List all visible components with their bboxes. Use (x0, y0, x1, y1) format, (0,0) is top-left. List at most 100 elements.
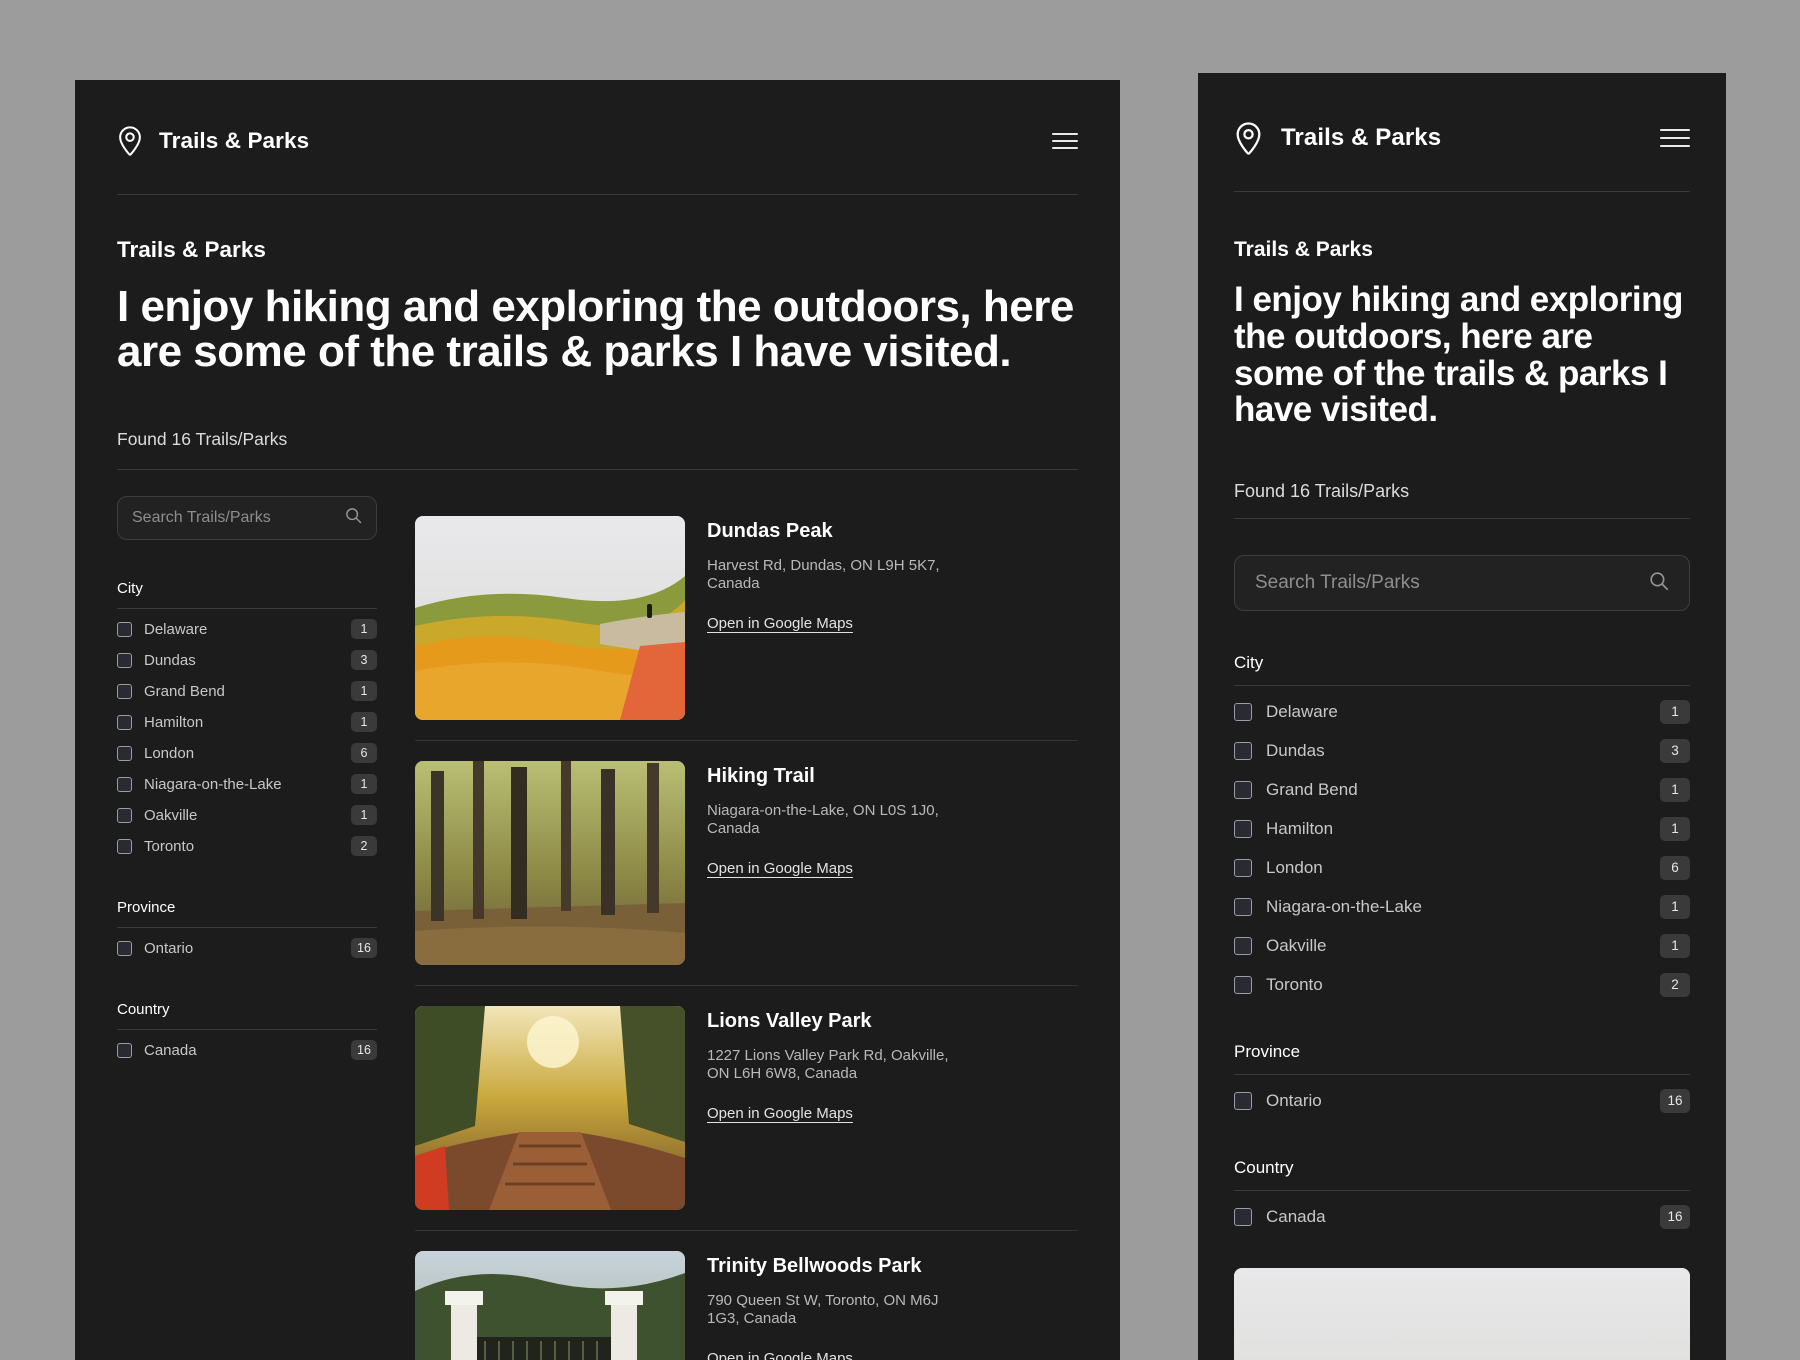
facet-option-canada[interactable]: Canada16 (117, 1038, 377, 1063)
result-thumbnail[interactable] (415, 1251, 685, 1360)
open-in-google-maps-link[interactable]: Open in Google Maps (707, 1105, 853, 1122)
mobile-first-result-image[interactable] (1234, 1268, 1690, 1360)
page-title: I enjoy hiking and exploring the outdoor… (1234, 282, 1690, 429)
search-field[interactable]: Search Trails/Parks (117, 496, 377, 540)
autumn-hillside-photo (415, 516, 685, 720)
facet-option-ontario[interactable]: Ontario16 (1234, 1085, 1690, 1116)
result-thumbnail[interactable] (415, 1006, 685, 1210)
facet-group-divider (1234, 1074, 1690, 1075)
facet-option-label: Toronto (144, 838, 339, 855)
facet-option-label: Oakville (144, 807, 339, 824)
facet-option-dundas[interactable]: Dundas3 (1234, 735, 1690, 766)
facet-option-label: Oakville (1266, 936, 1646, 956)
desktop-header-block: Trails & Parks I enjoy hiking and explor… (75, 237, 1120, 450)
mobile-header-block: Trails & Parks I enjoy hiking and explor… (1198, 238, 1726, 502)
checkbox-icon[interactable] (1234, 703, 1252, 721)
hamburger-menu-icon[interactable] (1052, 133, 1078, 149)
facet-option-label: Grand Bend (1266, 780, 1646, 800)
facet-option-label: Ontario (144, 940, 339, 957)
facet-option-label: Toronto (1266, 975, 1646, 995)
checkbox-icon[interactable] (1234, 1092, 1252, 1110)
facet-option-count: 1 (1660, 895, 1690, 919)
checkbox-icon[interactable] (117, 715, 132, 730)
facet-option-list: Canada16 (117, 1038, 377, 1063)
facet-option-london[interactable]: London 6 (117, 741, 377, 766)
checkbox-icon[interactable] (117, 622, 132, 637)
facet-option-oakville[interactable]: Oakville1 (117, 803, 377, 828)
checkbox-icon[interactable] (117, 777, 132, 792)
open-in-google-maps-link[interactable]: Open in Google Maps (707, 860, 853, 877)
facet-option-label: Hamilton (1266, 819, 1646, 839)
facet-option-hamilton[interactable]: Hamilton1 (117, 710, 377, 735)
facet-option-ontario[interactable]: Ontario 16 (117, 936, 377, 961)
search-field[interactable]: Search Trails/Parks (1234, 555, 1690, 611)
desktop-topbar: Trails & Parks (75, 80, 1120, 172)
result-address: 1227 Lions Valley Park Rd, Oakville, ON … (707, 1047, 972, 1084)
result-card[interactable]: Lions Valley Park1227 Lions Valley Park … (415, 985, 1078, 1230)
facet-option-count: 3 (351, 650, 377, 670)
facet-option-delaware[interactable]: Delaware1 (117, 617, 377, 642)
checkbox-icon[interactable] (117, 941, 132, 956)
facet-option-hamilton[interactable]: Hamilton1 (1234, 813, 1690, 844)
header-divider (1234, 191, 1690, 192)
checkbox-icon[interactable] (1234, 742, 1252, 760)
checkbox-icon[interactable] (1234, 976, 1252, 994)
brand[interactable]: Trails & Parks (117, 126, 309, 156)
facet-option-count: 16 (351, 938, 377, 958)
facet-option-niagara-on-the-lake[interactable]: Niagara-on-the-Lake1 (1234, 891, 1690, 922)
facet-option-delaware[interactable]: Delaware1 (1234, 696, 1690, 727)
autumn-hillside-photo (1234, 1268, 1690, 1360)
open-in-google-maps-link[interactable]: Open in Google Maps (707, 1350, 853, 1360)
facet-groups: CityDelaware1Dundas3Grand Bend1Hamilton1… (1234, 653, 1690, 1232)
result-card[interactable]: Hiking TrailNiagara-on-the-Lake, ON L0S … (415, 740, 1078, 985)
facet-option-count: 6 (351, 743, 377, 763)
result-thumbnail[interactable] (415, 516, 685, 720)
results-count: Found 16 Trails/Parks (117, 429, 1078, 450)
checkbox-icon[interactable] (117, 808, 132, 823)
facet-option-toronto[interactable]: Toronto2 (1234, 969, 1690, 1000)
facet-option-toronto[interactable]: Toronto2 (117, 834, 377, 859)
checkbox-icon[interactable] (117, 684, 132, 699)
facet-option-count: 16 (1660, 1089, 1690, 1113)
facet-option-grand-bend[interactable]: Grand Bend1 (117, 679, 377, 704)
park-gates-photo (415, 1251, 685, 1360)
facet-option-label: Dundas (1266, 741, 1646, 761)
facet-option-label: London (144, 745, 339, 762)
facet-option-london[interactable]: London6 (1234, 852, 1690, 883)
checkbox-icon[interactable] (117, 746, 132, 761)
checkbox-icon[interactable] (117, 1043, 132, 1058)
result-body: Dundas PeakHarvest Rd, Dundas, ON L9H 5K… (707, 516, 1078, 720)
search-icon[interactable] (1649, 571, 1669, 596)
facet-option-niagara-on-the-lake[interactable]: Niagara-on-the-Lake1 (117, 772, 377, 797)
checkbox-icon[interactable] (117, 839, 132, 854)
checkbox-icon[interactable] (117, 653, 132, 668)
checkbox-icon[interactable] (1234, 1208, 1252, 1226)
search-icon[interactable] (345, 507, 362, 529)
checkbox-icon[interactable] (1234, 898, 1252, 916)
facet-option-grand-bend[interactable]: Grand Bend1 (1234, 774, 1690, 805)
facet-option-label: Delaware (144, 621, 339, 638)
checkbox-icon[interactable] (1234, 820, 1252, 838)
checkbox-icon[interactable] (1234, 781, 1252, 799)
result-card[interactable]: Dundas PeakHarvest Rd, Dundas, ON L9H 5K… (415, 496, 1078, 740)
result-card[interactable]: Trinity Bellwoods Park790 Queen St W, To… (415, 1230, 1078, 1360)
facet-option-oakville[interactable]: Oakville1 (1234, 930, 1690, 961)
menu-bar (1052, 140, 1078, 142)
facet-group-divider (117, 1029, 377, 1030)
page-title: I enjoy hiking and exploring the outdoor… (117, 285, 1078, 375)
header-divider (117, 194, 1078, 195)
checkbox-icon[interactable] (1234, 859, 1252, 877)
search-input[interactable]: Search Trails/Parks (132, 509, 345, 527)
menu-bar (1052, 133, 1078, 135)
brand[interactable]: Trails & Parks (1234, 122, 1441, 155)
search-input[interactable]: Search Trails/Parks (1255, 572, 1649, 594)
menu-bar (1052, 147, 1078, 149)
facet-option-dundas[interactable]: Dundas3 (117, 648, 377, 673)
hamburger-menu-icon[interactable] (1660, 129, 1690, 147)
facet-option-canada[interactable]: Canada16 (1234, 1201, 1690, 1232)
result-thumbnail[interactable] (415, 761, 685, 965)
open-in-google-maps-link[interactable]: Open in Google Maps (707, 615, 853, 632)
facet-group-divider (117, 608, 377, 609)
result-address: Niagara-on-the-Lake, ON L0S 1J0, Canada (707, 802, 972, 839)
checkbox-icon[interactable] (1234, 937, 1252, 955)
